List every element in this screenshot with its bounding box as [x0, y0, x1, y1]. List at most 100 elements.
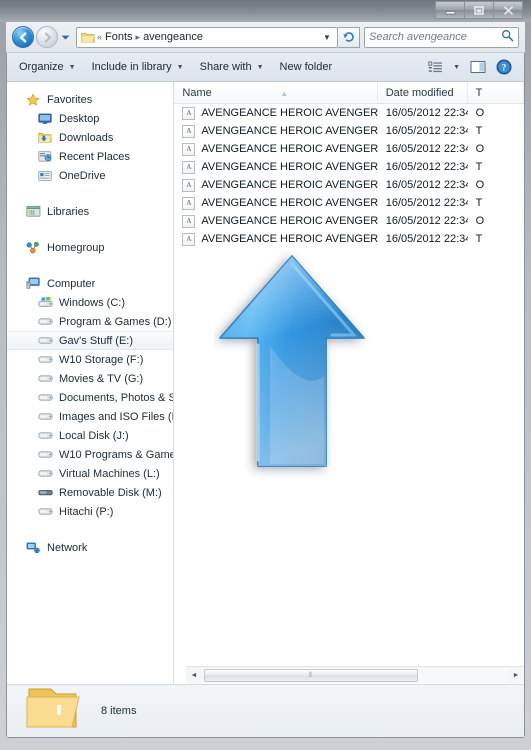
- sidebar-item-label: Libraries: [47, 205, 90, 218]
- sidebar-item-label: Images and ISO Files (I:): [59, 410, 175, 423]
- column-header-name[interactable]: Name ▲: [174, 82, 378, 104]
- sidebar-item-label: W10 Programs & Games (K:): [59, 448, 173, 461]
- restore-button[interactable]: [464, 1, 494, 19]
- sidebar-item-label: Network: [47, 541, 88, 554]
- sidebar-item-homegroup[interactable]: Homegroup: [7, 238, 173, 257]
- preview-pane-icon[interactable]: [466, 58, 490, 76]
- file-list-pane[interactable]: Name ▲ Date modified T A AVENGEANCE HERO…: [174, 82, 524, 689]
- sidebar-item-w10-storage-f[interactable]: W10 Storage (F:): [7, 350, 173, 369]
- file-date-cell: 16/05/2012 22:34: [385, 161, 468, 173]
- close-button[interactable]: [493, 1, 523, 19]
- nav-group-favorites: Favorites Desktop Downloads Recent Place…: [7, 90, 173, 185]
- sidebar-item-onedrive[interactable]: OneDrive: [7, 166, 173, 185]
- column-header-row: Name ▲ Date modified T: [174, 82, 524, 104]
- sidebar-item-desktop[interactable]: Desktop: [7, 109, 173, 128]
- refresh-button[interactable]: [338, 26, 360, 48]
- sidebar-item-downloads[interactable]: Downloads: [7, 128, 173, 147]
- table-row[interactable]: A AVENGEANCE HEROIC AVENGER 16/05/2012 2…: [174, 230, 524, 248]
- sidebar-item-removable-disk-m[interactable]: Removable Disk (M:): [7, 483, 173, 502]
- column-header-type[interactable]: T: [468, 82, 524, 104]
- sidebar-item-w10-programs-games-k[interactable]: W10 Programs & Games (K:): [7, 445, 173, 464]
- view-options-icon[interactable]: [424, 59, 447, 76]
- forward-button[interactable]: [36, 26, 58, 48]
- toolbar-organize[interactable]: Organize ▼: [11, 57, 84, 77]
- drive-icon: [37, 447, 53, 463]
- sidebar-item-favorites[interactable]: Favorites: [7, 90, 173, 109]
- file-name-cell: A AVENGEANCE HEROIC AVENGER BI: [174, 178, 378, 192]
- explorer-window: « Fonts ▸ avengeance ▼ Search avengeance: [0, 0, 531, 750]
- title-bar[interactable]: [0, 0, 531, 22]
- sidebar-item-gavs-stuff-e[interactable]: Gav's Stuff (E:): [7, 331, 174, 350]
- toolbar-include-in-library[interactable]: Include in library ▼: [84, 57, 192, 77]
- file-name-cell: A AVENGEANCE HEROIC AVENGER AT: [174, 124, 378, 138]
- scrollbar-thumb[interactable]: ‖: [204, 668, 418, 682]
- file-name-label: AVENGEANCE HEROIC AVENGER AT: [201, 107, 378, 119]
- horizontal-scrollbar[interactable]: ◄ ‖ ►: [186, 666, 524, 683]
- toolbar-organize-label: Organize: [19, 61, 64, 73]
- desktop-icon: [37, 111, 53, 127]
- sidebar-item-recent-places[interactable]: Recent Places: [7, 147, 173, 166]
- file-name-label: AVENGEANCE HEROIC AVENGER: [201, 233, 378, 245]
- scrollbar-track[interactable]: ‖: [202, 667, 508, 683]
- sidebar-item-computer[interactable]: Computer: [7, 274, 173, 293]
- breadcrumb-part-fonts[interactable]: Fonts: [103, 31, 135, 43]
- downloads-icon: [37, 130, 53, 146]
- table-row[interactable]: A AVENGEANCE HEROIC AVENGER 16/05/2012 2…: [174, 212, 524, 230]
- recent-pages-button[interactable]: [59, 26, 72, 48]
- close-icon: [503, 5, 513, 15]
- font-file-icon: A: [182, 160, 196, 174]
- search-input[interactable]: Search avengeance: [369, 31, 501, 43]
- address-bar-row: « Fonts ▸ avengeance ▼ Search avengeance: [6, 22, 525, 53]
- file-date-cell: 16/05/2012 22:34: [385, 233, 468, 245]
- table-row[interactable]: A AVENGEANCE HEROIC AVENGER BI 16/05/201…: [174, 194, 524, 212]
- sidebar-item-local-disk-j[interactable]: Local Disk (J:): [7, 426, 173, 445]
- navigation-pane[interactable]: Favorites Desktop Downloads Recent Place…: [7, 82, 175, 689]
- homegroup-icon: [25, 240, 41, 256]
- table-row[interactable]: A AVENGEANCE HEROIC AVENGER BI 16/05/201…: [174, 176, 524, 194]
- sidebar-item-movies-tv-g[interactable]: Movies & TV (G:): [7, 369, 173, 388]
- file-date-cell: 16/05/2012 22:34: [385, 107, 468, 119]
- column-header-name-label: Name: [182, 86, 212, 99]
- search-box[interactable]: Search avengeance: [364, 26, 519, 48]
- sidebar-item-label: W10 Storage (F:): [59, 353, 144, 366]
- sidebar-item-label: Removable Disk (M:): [59, 486, 162, 499]
- breadcrumb-overflow[interactable]: «: [96, 32, 103, 42]
- address-dropdown-button[interactable]: ▼: [319, 33, 335, 42]
- file-type-cell: O: [475, 143, 485, 155]
- file-name-label: AVENGEANCE HEROIC AVENGER BI: [201, 197, 378, 209]
- sidebar-item-images-iso-files-i[interactable]: Images and ISO Files (I:): [7, 407, 173, 426]
- scroll-left-arrow-icon[interactable]: ◄: [186, 668, 202, 683]
- sidebar-item-virtual-machines-l[interactable]: Virtual Machines (L:): [7, 464, 173, 483]
- sidebar-item-network[interactable]: Network: [7, 538, 173, 557]
- table-row[interactable]: A AVENGEANCE HEROIC AVENGER BD 16/05/201…: [174, 140, 524, 158]
- drive-icon: [37, 333, 53, 349]
- back-arrow-icon: [19, 31, 26, 43]
- sidebar-item-hitachi-p[interactable]: Hitachi (P:): [7, 502, 173, 521]
- drive-icon: [37, 504, 53, 520]
- view-options-chevron-down-icon[interactable]: ▼: [449, 62, 464, 73]
- font-file-icon: A: [182, 232, 196, 246]
- sidebar-item-documents-photos-stuff[interactable]: Documents, Photos & Stuff: [7, 388, 173, 407]
- column-header-date-modified[interactable]: Date modified: [378, 82, 468, 104]
- nav-group-network: Network: [7, 538, 173, 557]
- sidebar-item-libraries[interactable]: Libraries: [7, 202, 173, 221]
- table-row[interactable]: A AVENGEANCE HEROIC AVENGER AT 16/05/201…: [174, 104, 524, 122]
- toolbar-share-with[interactable]: Share with ▼: [192, 57, 272, 77]
- back-button[interactable]: [12, 26, 34, 48]
- font-file-icon: A: [182, 124, 196, 138]
- sidebar-item-windows-c[interactable]: Windows (C:): [7, 293, 173, 312]
- chevron-down-icon: [61, 35, 70, 40]
- toolbar-new-folder[interactable]: New folder: [272, 57, 341, 77]
- scroll-right-arrow-icon[interactable]: ►: [508, 668, 524, 683]
- file-date-cell: 16/05/2012 22:34: [385, 125, 468, 137]
- sidebar-item-program-games-d[interactable]: Program & Games (D:): [7, 312, 173, 331]
- breadcrumb-part-avengeance[interactable]: avengeance: [141, 31, 205, 43]
- table-row[interactable]: A AVENGEANCE HEROIC AVENGER AT 16/05/201…: [174, 122, 524, 140]
- address-bar[interactable]: « Fonts ▸ avengeance ▼: [76, 26, 338, 48]
- minimize-button[interactable]: [435, 1, 465, 19]
- help-icon[interactable]: ?: [492, 57, 516, 77]
- table-row[interactable]: A AVENGEANCE HEROIC AVENGER BD 16/05/201…: [174, 158, 524, 176]
- recent-places-icon: [37, 149, 53, 165]
